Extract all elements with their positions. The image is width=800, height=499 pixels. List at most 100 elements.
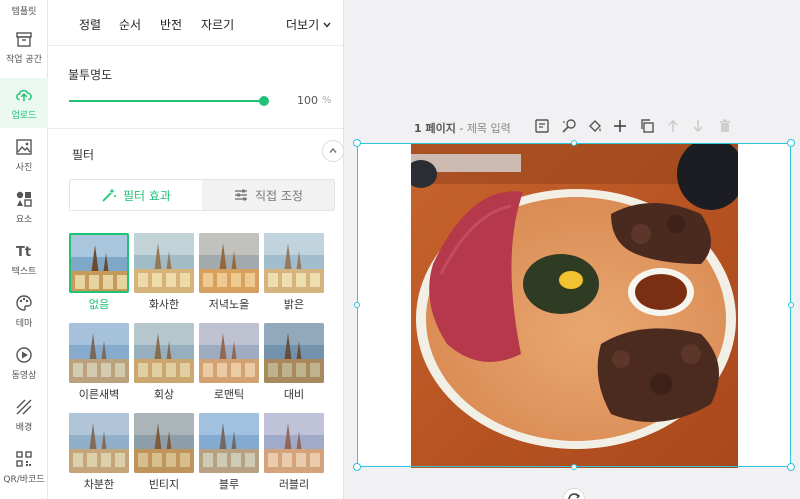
filter-preview-image (71, 235, 127, 291)
resize-handle-top-right[interactable] (787, 139, 795, 147)
filter-preview-image (264, 323, 324, 383)
text-icon: Tt (16, 245, 31, 260)
page-number: 1 페이지 (414, 122, 456, 135)
more-button[interactable]: 더보기 (286, 16, 332, 33)
resize-handle-right[interactable] (788, 302, 794, 308)
filter-label: 화사한 (148, 298, 180, 311)
opacity-unit: % (322, 95, 332, 106)
stripes-icon (16, 399, 32, 414)
filter-preview-image (199, 323, 259, 383)
rotate-icon (568, 493, 581, 499)
rail-item-label: 요소 (15, 214, 33, 225)
opacity-label: 불투명도 (68, 68, 113, 82)
image-edit-panel: 정렬 순서 반전 자르기 더보기 불투명도 100 % 필터 필터 효과 직접 … (48, 0, 344, 499)
filter-label: 이른새벽 (78, 388, 120, 401)
cloud-upload-icon (16, 89, 32, 101)
filter-preview-image (134, 413, 194, 473)
rail-item-label: 배경 (15, 422, 33, 433)
filter-thumbnail[interactable] (264, 413, 324, 473)
rail-item-label: 업로드 (11, 110, 37, 121)
fill-bucket-icon[interactable] (587, 118, 603, 134)
rail-item-label: QR/바코드 (3, 474, 45, 485)
resize-handle-top-left[interactable] (353, 139, 361, 147)
filter-label: 없음 (88, 298, 110, 311)
filter-label: 로맨틱 (213, 388, 245, 401)
filter-thumbnail[interactable] (69, 323, 129, 383)
align-button[interactable]: 정렬 (79, 16, 101, 33)
resize-handle-bottom-left[interactable] (353, 463, 361, 471)
palette-icon (16, 294, 32, 311)
tab-label: 필터 효과 (123, 188, 171, 203)
filter-label: 블루 (218, 478, 240, 491)
rail-item-label: 작업 공간 (6, 54, 42, 65)
filter-thumbnail[interactable] (264, 323, 324, 383)
resize-handle-bottom[interactable] (571, 464, 577, 470)
filter-label: 대비 (283, 388, 305, 401)
filter-thumbnail[interactable] (69, 233, 129, 293)
filter-preview-image (264, 233, 324, 293)
crop-button[interactable]: 자르기 (201, 16, 234, 33)
filter-thumbnail[interactable] (69, 413, 129, 473)
rail-item-workspace[interactable]: 작업 공간 (0, 22, 48, 72)
duplicate-icon[interactable] (639, 118, 655, 134)
rail-item-background[interactable]: 배경 (0, 390, 48, 440)
filter-preview-image (199, 413, 259, 473)
rail-item-video[interactable]: 동영상 (0, 338, 48, 388)
image-toolbar: 정렬 순서 반전 자르기 더보기 (48, 0, 343, 46)
section-divider (48, 128, 343, 129)
magic-brush-icon[interactable] (561, 118, 577, 134)
filter-tabs: 필터 효과 직접 조정 (69, 179, 335, 211)
resize-handle-bottom-right[interactable] (787, 463, 795, 471)
rail-item-label: 테마 (15, 318, 33, 329)
rail-item-label: 사진 (15, 162, 33, 173)
svg-text:Tt: Tt (16, 245, 31, 260)
filter-thumbnail[interactable] (134, 413, 194, 473)
resize-handle-left[interactable] (354, 302, 360, 308)
tab-filter-effects[interactable]: 필터 효과 (70, 180, 202, 210)
filter-preview-image (134, 233, 194, 293)
filter-preview-image (69, 323, 129, 383)
opacity-slider-handle[interactable] (259, 96, 269, 106)
order-button[interactable]: 순서 (119, 16, 141, 33)
opacity-value[interactable]: 100 (297, 94, 318, 107)
resize-handle-top[interactable] (571, 140, 577, 146)
trash-icon[interactable] (717, 118, 733, 134)
filter-thumbnail[interactable] (199, 323, 259, 383)
rail-item-text[interactable]: Tt 텍스트 (0, 234, 48, 284)
opacity-slider-track[interactable] (69, 100, 264, 102)
page-title-input[interactable]: 제목 입력 (467, 122, 511, 135)
rotate-handle[interactable] (563, 488, 585, 499)
tab-manual-adjust[interactable]: 직접 조정 (202, 180, 334, 210)
page-separator: - (455, 122, 467, 135)
add-icon[interactable] (612, 118, 628, 134)
rail-item-theme[interactable]: 테마 (0, 286, 48, 336)
rail-item-upload[interactable]: 업로드 (0, 78, 48, 128)
play-icon (16, 346, 32, 363)
filter-label: 밝은 (283, 298, 305, 311)
chevron-up-icon (329, 147, 337, 153)
filter-thumbnail[interactable] (199, 233, 259, 293)
move-down-icon[interactable] (690, 118, 706, 134)
page-header: 1 페이지 - 제목 입력 (414, 120, 511, 136)
rail-item-label: 동영상 (11, 370, 37, 381)
filter-thumbnail[interactable] (134, 323, 194, 383)
rail-item-template[interactable]: 템플릿 (0, 4, 48, 17)
move-up-icon[interactable] (665, 118, 681, 134)
image-icon (16, 138, 32, 155)
filter-label: 러블리 (278, 478, 310, 491)
tab-label: 직접 조정 (255, 188, 303, 203)
flip-button[interactable]: 반전 (160, 16, 182, 33)
archive-icon (16, 31, 32, 47)
rail-item-photos[interactable]: 사진 (0, 130, 48, 180)
filter-label: 저녁노을 (208, 298, 250, 311)
filter-label: 차분한 (83, 478, 115, 491)
filter-thumbnail[interactable] (134, 233, 194, 293)
rail-item-elements[interactable]: 요소 (0, 182, 48, 232)
magic-wand-icon (102, 188, 116, 202)
filter-preview-image (264, 413, 324, 473)
collapse-button[interactable] (322, 140, 343, 162)
rail-item-qr[interactable]: QR/바코드 (0, 442, 48, 492)
filter-thumbnail[interactable] (264, 233, 324, 293)
note-icon[interactable] (534, 118, 550, 134)
filter-thumbnail[interactable] (199, 413, 259, 473)
